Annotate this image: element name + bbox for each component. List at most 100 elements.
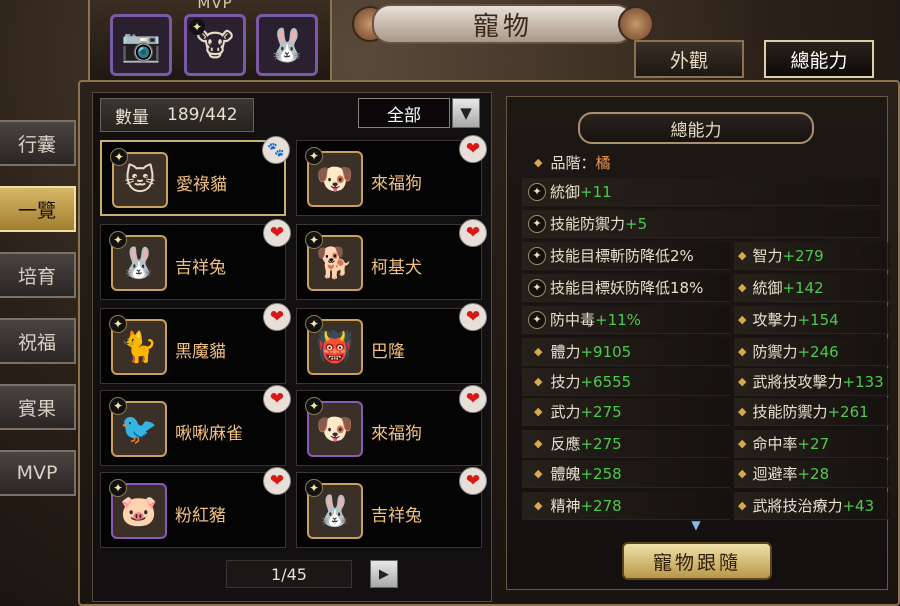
mvp-slot[interactable]: 📷 (110, 14, 172, 76)
stat-row: ◆ 攻擊力 +154 (734, 306, 890, 334)
stat-value: +11% (595, 310, 641, 329)
tab-appearance[interactable]: 外觀 (634, 40, 744, 78)
pet-follow-button[interactable]: 寵物跟隨 (622, 542, 772, 580)
stat-label: 技能目標妖防降低18% (550, 279, 704, 297)
stat-row: ✦ 防中毒 +11% (522, 306, 730, 334)
pet-card[interactable]: 🐷 ✦ 粉紅豬 ❤ (100, 467, 291, 548)
stat-label: 防中毒 (550, 311, 596, 329)
stat-value: +246 (797, 342, 839, 361)
nav-breeding[interactable]: 培育 (0, 252, 76, 298)
stat-row: ◆ 技能防禦力 +261 (734, 398, 890, 426)
star-icon: ✦ (109, 479, 127, 497)
next-page-button[interactable]: ▶ (370, 560, 398, 588)
stat-label: 防禦力 (752, 343, 798, 361)
stat-value: +275 (580, 402, 622, 421)
stat-value: +258 (580, 464, 622, 483)
heart-icon[interactable]: ❤ (263, 219, 291, 247)
pet-name: 黑魔貓 (175, 342, 226, 362)
pet-name: 柯基犬 (371, 258, 422, 278)
pet-name: 粉紅豬 (175, 506, 226, 526)
stat-value: +11 (580, 182, 612, 201)
heart-icon[interactable]: ❤ (459, 467, 487, 495)
grade-value: 橘 (595, 153, 611, 172)
pet-name: 來福狗 (371, 424, 422, 444)
stat-row: ◆ 迴避率 +28 (734, 460, 890, 488)
stat-label: 技力 (550, 373, 581, 391)
stat-row: ✦ 技能防禦力 +5 (522, 210, 880, 238)
stat-row: ◆ 技力 +6555 (522, 368, 730, 396)
diamond-icon: ◆ (738, 375, 747, 388)
grade-row: ◆ 品階： 橘 (522, 148, 874, 176)
stat-value: +43 (842, 496, 875, 515)
stat-label: 統御 (550, 183, 581, 201)
heart-icon[interactable]: ❤ (459, 135, 487, 163)
stat-value: +261 (827, 402, 869, 421)
stat-label: 武將技治療力 (752, 497, 843, 515)
stat-row: ✦ 技能目標斬防降低2% (522, 242, 730, 270)
stat-row: ✦ 技能目標妖防降低18% (522, 274, 730, 302)
stat-value: +142 (782, 278, 824, 297)
pet-card[interactable]: 🐶 ✦ 來福狗 ❤ (296, 135, 487, 216)
pet-card[interactable]: 🐕 ✦ 柯基犬 ❤ (296, 219, 487, 300)
star-icon: ✦ (305, 315, 323, 333)
diamond-icon: ◆ (738, 405, 747, 418)
star-icon: ✦ (305, 231, 323, 249)
diamond-icon: ◆ (738, 499, 747, 512)
stat-label: 精神 (550, 497, 581, 515)
heart-icon[interactable]: ❤ (263, 303, 291, 331)
stat-row: ◆ 武將技治療力 +43 (734, 492, 890, 520)
tab-total-stats[interactable]: 總能力 (764, 40, 874, 78)
nav-blessing[interactable]: 祝福 (0, 318, 76, 364)
stat-row: ◆ 反應 +275 (522, 430, 730, 458)
nav-inventory[interactable]: 行囊 (0, 120, 76, 166)
stat-value: +5 (625, 214, 648, 233)
heart-icon[interactable]: ❤ (459, 385, 487, 413)
star-icon: ✦ (109, 315, 127, 333)
diamond-icon: ◆ (738, 345, 747, 358)
pet-card[interactable]: 🐱 ✦ 愛祿貓 🐾 (100, 136, 290, 216)
pet-card[interactable]: 👹 ✦ 巴隆 ❤ (296, 303, 487, 384)
stat-row: ◆ 武力 +275 (522, 398, 730, 426)
diamond-icon: ◆ (534, 155, 543, 169)
stat-value: +27 (797, 434, 830, 453)
stat-label: 武力 (550, 403, 581, 421)
star-icon: ✦ (305, 397, 323, 415)
stat-row: ◆ 體魄 +258 (522, 460, 730, 488)
pet-card[interactable]: 🐰 ✦ 吉祥兔 ❤ (296, 467, 487, 548)
heart-icon[interactable]: ❤ (263, 467, 291, 495)
pet-name: 啾啾麻雀 (175, 424, 243, 444)
heart-icon[interactable]: ❤ (263, 385, 291, 413)
diamond-icon: ◆ (738, 249, 747, 262)
filter-select[interactable]: 全部 (358, 98, 450, 128)
stat-value: +9105 (580, 342, 632, 361)
filter-dropdown-button[interactable]: ▼ (452, 98, 480, 128)
nav-bingo[interactable]: 賓果 (0, 384, 76, 430)
stat-value: +154 (797, 310, 839, 329)
heart-icon[interactable]: ❤ (459, 303, 487, 331)
mvp-label: MVP (197, 0, 233, 12)
star-icon: ✦ (109, 397, 127, 415)
pet-card[interactable]: 🐶 ✦ 來福狗 ❤ (296, 385, 487, 466)
pet-card[interactable]: 🐈 ✦ 黑魔貓 ❤ (100, 303, 291, 384)
heart-icon[interactable]: ❤ (459, 219, 487, 247)
diamond-icon: ◆ (738, 467, 747, 480)
star-icon: ✦ (528, 246, 546, 265)
nav-mvp[interactable]: MVP (0, 450, 76, 496)
diamond-icon: ◆ (738, 313, 747, 326)
star-icon: ✦ (109, 231, 127, 249)
pet-card[interactable]: 🐰 ✦ 吉祥兔 ❤ (100, 219, 291, 300)
mvp-slot[interactable]: 🐰 (256, 14, 318, 76)
paw-icon[interactable]: 🐾 (262, 136, 290, 164)
stat-value: +278 (580, 496, 622, 515)
stat-row: ◆ 精神 +278 (522, 492, 730, 520)
camera-pet-icon: 📷 (121, 26, 161, 64)
stat-value: +275 (580, 434, 622, 453)
diamond-icon: ◆ (534, 405, 543, 418)
nav-overview[interactable]: 一覽 (0, 186, 76, 232)
rabbit-pet-icon: 🐰 (267, 26, 307, 64)
stat-row: ◆ 防禦力 +246 (734, 338, 890, 366)
stat-value: +133 (842, 372, 884, 391)
pet-name: 巴隆 (371, 342, 405, 362)
pet-card[interactable]: 🐦 ✦ 啾啾麻雀 ❤ (100, 385, 291, 466)
mvp-slot[interactable]: 🐮 ✦ (184, 14, 246, 76)
